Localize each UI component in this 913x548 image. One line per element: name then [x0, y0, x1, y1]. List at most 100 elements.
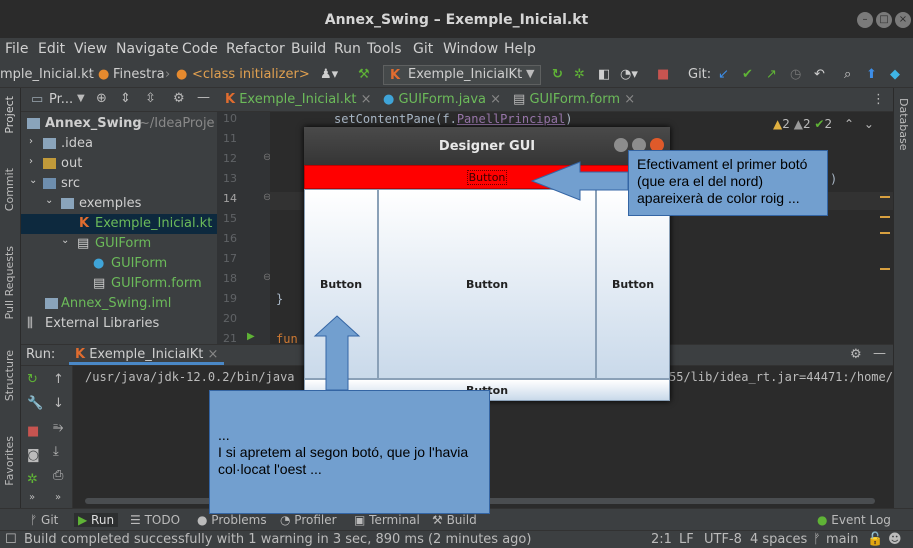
tree-item-out[interactable]: › out — [21, 154, 217, 174]
line-separator[interactable]: LF — [679, 532, 694, 547]
stop-icon[interactable]: ■ — [657, 67, 669, 82]
indent-setting[interactable]: 4 spaces — [750, 532, 807, 547]
rerun-icon[interactable]: ↻ — [27, 372, 38, 387]
breadcrumb-member[interactable]: <class initializer> — [192, 67, 310, 82]
tree-item-idea[interactable]: › .idea — [21, 134, 217, 154]
chevron-right-icon[interactable]: › — [29, 136, 33, 147]
hide-icon[interactable]: — — [197, 90, 210, 105]
menu-build[interactable]: Build — [291, 41, 326, 57]
tab-build[interactable]: ⚒ Build — [432, 513, 477, 527]
tab-database[interactable]: Database — [897, 98, 910, 151]
tree-item-project-root[interactable]: Annex_Swing ~/IdeaProje — [21, 114, 217, 134]
tree-item-exemples[interactable]: ⌄ exemples — [21, 194, 217, 214]
status-icon[interactable]: ☐ — [5, 532, 17, 547]
tab-git[interactable]: ᚠ Git — [30, 513, 58, 527]
locate-icon[interactable]: ⊕ — [96, 91, 107, 106]
menu-navigate[interactable]: Navigate — [116, 41, 179, 57]
inspections-widget[interactable]: ▲2 ▲2 ✔2 ⌃ ⌄ — [773, 117, 874, 131]
tab-structure[interactable]: Structure — [3, 350, 16, 401]
user-icon[interactable]: ♟▾ — [320, 67, 338, 82]
lock-icon[interactable]: 🔓 — [867, 532, 883, 547]
hammer-icon[interactable]: ⚒ — [358, 67, 370, 82]
print-icon[interactable]: ⎙ — [53, 468, 63, 483]
collapse-all-icon[interactable]: ⇳ — [145, 91, 156, 106]
tab-problems[interactable]: ● Problems — [197, 513, 267, 527]
history-icon[interactable]: ◷ — [790, 67, 801, 82]
close-tab-icon[interactable]: × — [490, 92, 501, 107]
scroll-end-icon[interactable]: ⤓ — [53, 444, 59, 459]
debug-icon[interactable]: ✲ — [574, 67, 585, 82]
chevron-down-icon[interactable]: ▼ — [77, 93, 85, 104]
tab-project[interactable]: Project — [3, 96, 16, 134]
file-encoding[interactable]: UTF-8 — [704, 532, 742, 547]
gear-icon[interactable]: ⚙ — [850, 347, 862, 362]
git-commit-icon[interactable]: ✔ — [742, 67, 753, 82]
menu-file[interactable]: File — [5, 41, 28, 57]
error-stripe-marker[interactable] — [880, 268, 890, 270]
minimize-button[interactable] — [614, 138, 628, 152]
more-icon[interactable]: » — [55, 492, 61, 503]
run-tab[interactable]: K Exemple_InicialKt × — [69, 345, 225, 365]
chevron-down-icon[interactable]: ⌄ — [45, 195, 53, 206]
tab-guiform-form[interactable]: ▤ GUIForm.form × — [513, 92, 635, 107]
hide-icon[interactable]: — — [873, 346, 886, 361]
menu-help[interactable]: Help — [504, 41, 536, 57]
close-tab-icon[interactable]: × — [361, 92, 372, 107]
center-button[interactable]: Button — [378, 189, 596, 379]
gear-icon[interactable]: ⚙ — [173, 91, 185, 106]
tree-item-guiform-class[interactable]: ● GUIForm — [21, 254, 217, 274]
breadcrumb-file[interactable]: mple_Inicial.kt — [0, 67, 94, 82]
toolbox-icon[interactable]: ◆ — [890, 67, 900, 82]
menu-view[interactable]: View — [74, 41, 107, 57]
arrow-up-icon[interactable]: ↑ — [53, 372, 64, 387]
tab-pull-requests[interactable]: Pull Requests — [3, 246, 16, 319]
status-message[interactable]: Build completed successfully with 1 warn… — [24, 532, 531, 547]
tab-profiler[interactable]: ◔ Profiler — [280, 513, 337, 527]
update-icon[interactable]: ⬆ — [866, 67, 877, 82]
east-button[interactable]: Button — [596, 189, 670, 379]
chevron-down-icon[interactable]: ⌄ — [61, 235, 69, 246]
arrow-down-icon[interactable]: ↓ — [53, 396, 64, 411]
more-icon[interactable]: » — [29, 492, 35, 503]
maximize-button[interactable]: □ — [876, 12, 892, 28]
project-view-select[interactable]: Pr... — [49, 92, 73, 107]
close-button[interactable]: × — [895, 12, 911, 28]
more-tabs-icon[interactable]: ⋮ — [872, 92, 885, 107]
close-tab-icon[interactable]: × — [208, 347, 219, 362]
camera-icon[interactable]: ◙ — [27, 448, 40, 463]
chevron-down-icon[interactable]: ⌄ — [29, 175, 37, 186]
tab-favorites[interactable]: Favorites — [3, 436, 16, 486]
tree-item-guiform-form[interactable]: ▤ GUIForm.form — [21, 274, 217, 294]
breadcrumb-class[interactable]: Finestra — [113, 67, 165, 82]
error-stripe-marker[interactable] — [880, 196, 890, 198]
tab-exemple-inicial[interactable]: K Exemple_Inicial.kt × — [225, 92, 372, 107]
minimize-button[interactable]: – — [857, 12, 873, 28]
stop-icon[interactable]: ■ — [27, 424, 39, 439]
bug-icon[interactable]: ✲ — [27, 472, 38, 487]
chevron-down-icon[interactable]: ⌄ — [864, 117, 874, 131]
inspector-icon[interactable]: ☻ — [888, 532, 902, 547]
menu-run[interactable]: Run — [334, 41, 361, 57]
coverage-icon[interactable]: ◧ — [598, 67, 610, 82]
run-gutter-icon[interactable]: ▶ — [247, 331, 255, 342]
tree-item-external-libraries[interactable]: ⫼ External Libraries — [21, 314, 217, 334]
chevron-up-icon[interactable]: ⌃ — [844, 117, 854, 131]
chevron-right-icon[interactable]: › — [29, 156, 33, 167]
tree-item-exemple-inicial[interactable]: K Exemple_Inicial.kt — [21, 214, 217, 234]
tree-item-guiform-folder[interactable]: ⌄ ▤ GUIForm — [21, 234, 217, 254]
wrench-icon[interactable]: 🔧 — [27, 396, 43, 411]
search-icon[interactable]: ⌕ — [844, 67, 851, 82]
menu-git[interactable]: Git — [413, 41, 433, 57]
error-stripe-marker[interactable] — [880, 216, 890, 218]
menu-code[interactable]: Code — [182, 41, 218, 57]
rerun-icon[interactable]: ↻ — [552, 67, 563, 82]
run-config-select[interactable]: K Exemple_InicialKt ▼ — [383, 65, 541, 85]
tab-guiform-java[interactable]: ● GUIForm.java × — [383, 92, 501, 107]
error-stripe-marker[interactable] — [880, 232, 890, 234]
menu-refactor[interactable]: Refactor — [226, 41, 285, 57]
menu-edit[interactable]: Edit — [38, 41, 65, 57]
profile-icon[interactable]: ◔▾ — [620, 67, 638, 82]
menu-tools[interactable]: Tools — [367, 41, 402, 57]
tab-todo[interactable]: ☰ TODO — [130, 513, 180, 527]
tab-commit[interactable]: Commit — [3, 168, 16, 211]
